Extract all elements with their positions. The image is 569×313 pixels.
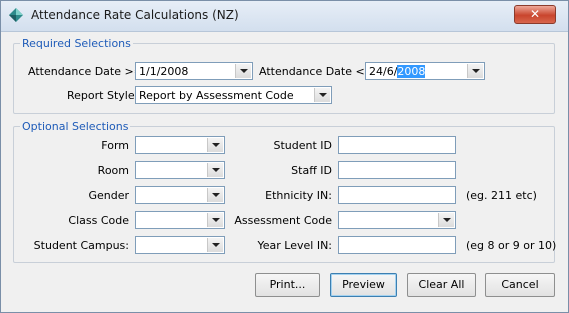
student-id-label: Student ID <box>273 139 332 152</box>
attendance-date-to-value: 24/6/2008 <box>369 65 426 78</box>
required-selections-legend: Required Selections <box>22 37 131 50</box>
optional-selections-legend: Optional Selections <box>22 120 129 133</box>
ethnicity-label: Ethnicity IN: <box>265 189 332 202</box>
chevron-down-icon[interactable] <box>207 238 223 252</box>
room-label: Room <box>97 164 129 177</box>
report-style-label: Report Style <box>67 89 135 102</box>
chevron-down-icon[interactable] <box>207 163 223 177</box>
preview-button[interactable]: Preview <box>330 273 397 297</box>
chevron-down-icon[interactable] <box>438 213 454 227</box>
ethnicity-input[interactable] <box>338 186 456 204</box>
attendance-date-from-value: 1/1/2008 <box>139 65 189 78</box>
chevron-down-icon[interactable] <box>207 213 223 227</box>
chevron-down-icon[interactable] <box>314 88 330 102</box>
year-level-input[interactable] <box>338 236 456 254</box>
clear-all-button[interactable]: Clear All <box>407 273 476 297</box>
ethnicity-hint: (eg. 211 etc) <box>466 189 537 202</box>
title-bar[interactable]: Attendance Rate Calculations (NZ) ✕ <box>1 1 568 32</box>
gender-label: Gender <box>88 189 129 202</box>
chevron-down-icon[interactable] <box>207 138 223 152</box>
class-code-label: Class Code <box>68 214 129 227</box>
student-id-input[interactable] <box>338 136 456 154</box>
assessment-code-select[interactable] <box>338 211 456 229</box>
student-campus-select[interactable] <box>135 236 225 254</box>
app-icon <box>9 8 23 22</box>
year-level-label: Year Level IN: <box>257 239 333 252</box>
form-label: Form <box>101 139 129 152</box>
staff-id-input[interactable] <box>338 161 456 179</box>
report-style-value: Report by Assessment Code <box>139 89 294 102</box>
print-button[interactable]: Print... <box>255 273 320 297</box>
staff-id-label: Staff ID <box>291 164 332 177</box>
dialog-body: Required Selections Attendance Date >= 1… <box>1 32 568 312</box>
close-icon: ✕ <box>529 7 541 21</box>
class-code-select[interactable] <box>135 211 225 229</box>
attendance-date-from-label: Attendance Date >= <box>28 65 143 78</box>
assessment-code-label: Assessment Code <box>234 214 332 227</box>
chevron-down-icon[interactable] <box>207 188 223 202</box>
window-title: Attendance Rate Calculations (NZ) <box>31 8 239 22</box>
form-select[interactable] <box>135 136 225 154</box>
dialog-window: Attendance Rate Calculations (NZ) ✕ Requ… <box>0 0 569 313</box>
cancel-button[interactable]: Cancel <box>485 273 555 297</box>
year-level-hint: (eg 8 or 9 or 10) <box>466 239 557 252</box>
attendance-date-from-picker[interactable]: 1/1/2008 <box>135 62 253 80</box>
report-style-select[interactable]: Report by Assessment Code <box>135 86 332 104</box>
attendance-date-to-selected-text: 2008 <box>397 65 426 78</box>
close-button[interactable]: ✕ <box>514 5 556 24</box>
attendance-date-to-picker[interactable]: 24/6/2008 <box>365 62 485 80</box>
room-select[interactable] <box>135 161 225 179</box>
chevron-down-icon[interactable] <box>235 64 251 78</box>
attendance-date-to-label: Attendance Date <= <box>259 65 374 78</box>
gender-select[interactable] <box>135 186 225 204</box>
chevron-down-icon[interactable] <box>467 64 483 78</box>
attendance-date-to-prefix: 24/6/ <box>369 65 398 78</box>
student-campus-label: Student Campus: <box>33 239 129 252</box>
